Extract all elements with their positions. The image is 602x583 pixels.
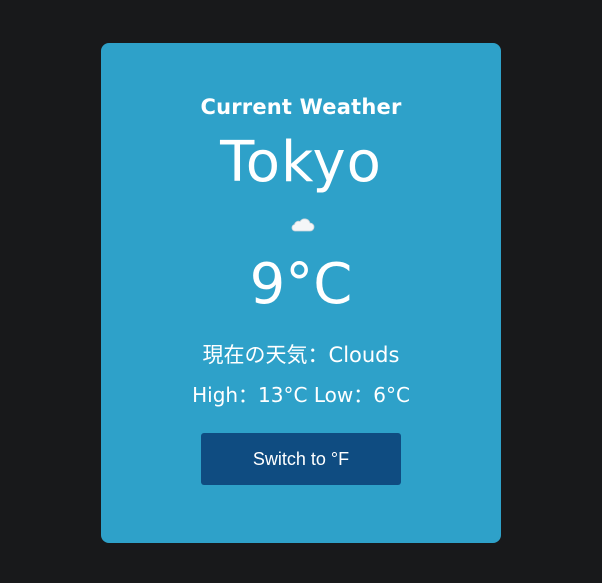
weather-card: Current Weather Tokyo 9°C 現在の天気：Clouds H… xyxy=(101,43,501,543)
city-name: Tokyo xyxy=(220,130,382,195)
high-low-range: High：13°C Low：6°C xyxy=(192,383,410,407)
temperature: 9°C xyxy=(249,252,353,317)
card-heading: Current Weather xyxy=(200,95,402,119)
switch-unit-button[interactable]: Switch to °F xyxy=(201,433,401,485)
cloud-icon xyxy=(291,218,315,232)
weather-condition: 現在の天気：Clouds xyxy=(202,343,400,367)
